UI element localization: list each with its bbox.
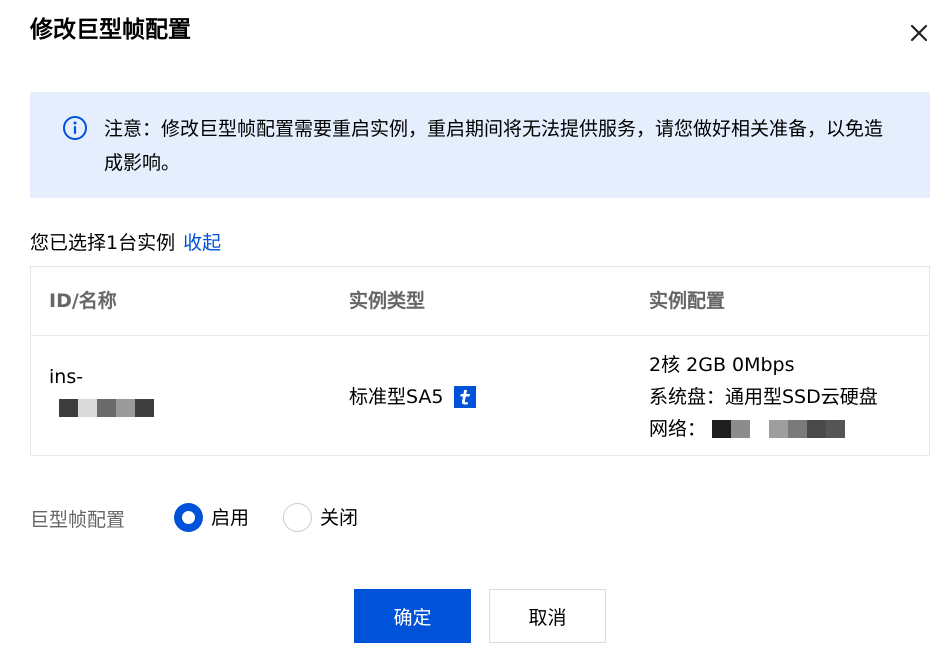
config-spec: 2核 2GB 0Mbps <box>649 354 795 376</box>
confirm-button[interactable]: 确定 <box>354 589 471 643</box>
radio-disable-indicator[interactable] <box>283 503 313 532</box>
instance-type-cell: 标准型SA5 <box>349 383 476 411</box>
notice-banner: 注意：修改巨型帧配置需要重启实例，重启期间将无法提供服务，请您做好相关准备，以免… <box>30 92 930 198</box>
instance-type-text: 标准型SA5 <box>349 386 444 408</box>
selection-summary: 您已选择1台实例 收起 <box>30 229 221 257</box>
close-icon <box>910 24 928 42</box>
jumbo-frame-radio-group: 启用 关闭 <box>174 503 392 532</box>
instance-table: ID/名称 实例类型 实例配置 ins- 标准型SA5 2核 2GB 0Mbps… <box>30 266 930 456</box>
jumbo-frame-label: 巨型帧配置 <box>30 509 126 531</box>
config-system-disk: 系统盘：通用型SSD云硬盘 <box>649 386 878 408</box>
table-row: ins- 标准型SA5 2核 2GB 0Mbps 系统盘：通用型SSD云硬盘 网… <box>31 337 929 455</box>
close-button[interactable] <box>906 20 932 46</box>
radio-enable-indicator[interactable] <box>174 503 203 532</box>
cancel-button[interactable]: 取消 <box>489 589 606 643</box>
collapse-link[interactable]: 收起 <box>183 232 221 254</box>
instance-id-prefix: ins- <box>49 366 84 388</box>
header-instance-config: 实例配置 <box>649 290 726 312</box>
radio-disable-label: 关闭 <box>320 506 359 529</box>
radio-enable[interactable]: 启用 <box>174 503 249 532</box>
redacted-instance-name <box>59 399 154 417</box>
notice-text: 注意：修改巨型帧配置需要重启实例，重启期间将无法提供服务，请您做好相关准备，以免… <box>104 118 884 174</box>
radio-enable-label: 启用 <box>211 506 250 529</box>
config-network: 网络： <box>649 413 878 445</box>
jumbo-frame-dialog: 修改巨型帧配置 注意：修改巨型帧配置需要重启实例，重启期间将无法提供服务，请您做… <box>0 0 948 664</box>
t-badge-icon <box>453 386 476 408</box>
instance-config-cell: 2核 2GB 0Mbps 系统盘：通用型SSD云硬盘 网络： <box>649 349 878 445</box>
selection-count-text: 您已选择1台实例 <box>30 232 176 254</box>
radio-disable[interactable]: 关闭 <box>283 503 358 532</box>
dialog-title: 修改巨型帧配置 <box>30 17 191 43</box>
table-header: ID/名称 实例类型 实例配置 <box>31 267 929 336</box>
info-icon <box>63 116 87 140</box>
header-instance-type: 实例类型 <box>349 290 426 312</box>
redacted-network <box>712 420 846 438</box>
header-id-name: ID/名称 <box>49 290 117 312</box>
network-label: 网络： <box>649 418 707 440</box>
